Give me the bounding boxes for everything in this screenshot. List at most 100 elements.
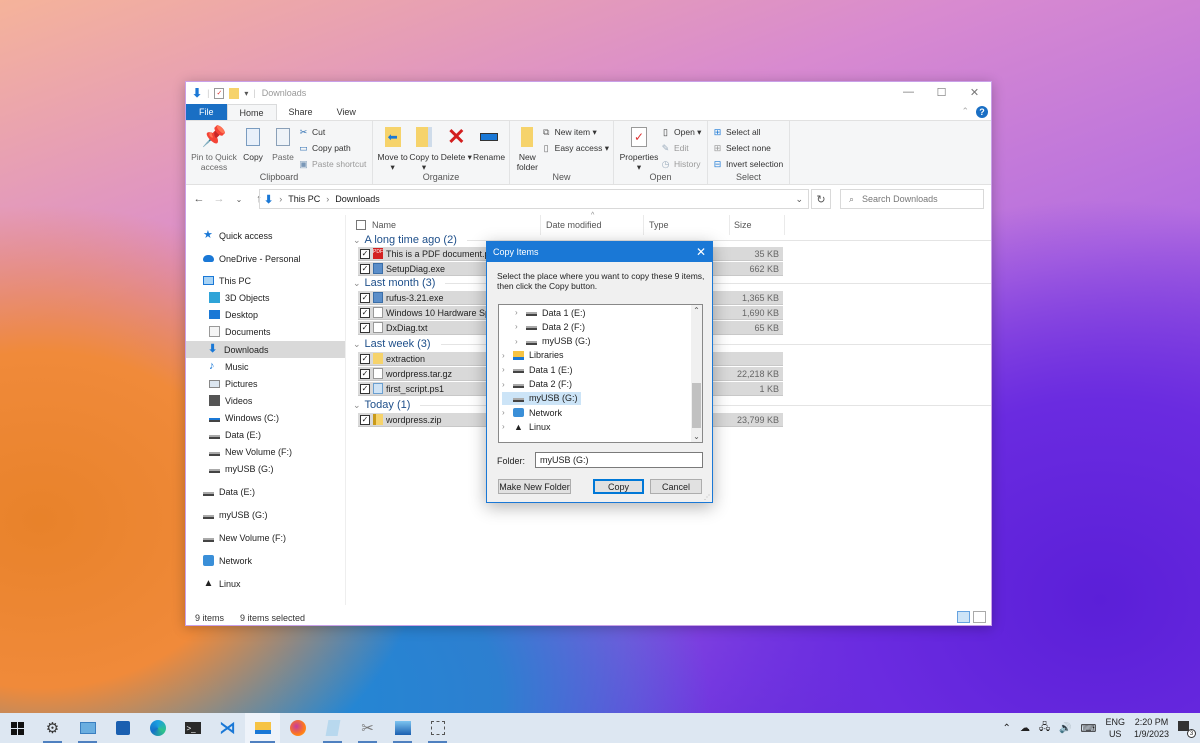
select-all-button[interactable]: ⊞ Select all [712, 125, 783, 139]
history-button[interactable]: ◷ History [660, 157, 701, 171]
chevron-right-icon[interactable]: › [515, 322, 521, 331]
scroll-down-icon[interactable]: ⌄ [691, 432, 702, 441]
dialog-close-button[interactable]: ✕ [696, 245, 706, 259]
copy-path-button[interactable]: ▭ Copy path [298, 141, 366, 155]
cancel-button[interactable]: Cancel [650, 479, 702, 494]
nav-data-e-sub[interactable]: Data (E:) [209, 426, 261, 443]
nav-data-e[interactable]: Data (E:) [203, 483, 255, 500]
paste-shortcut-button[interactable]: ▣ Paste shortcut [298, 157, 366, 171]
tab-home[interactable]: Home [226, 104, 277, 120]
nav-network[interactable]: Network [203, 552, 252, 569]
tree-item[interactable]: › Data 2 (F:) [515, 320, 585, 333]
address-dropdown-icon[interactable]: ⌄ [795, 194, 803, 205]
cut-button[interactable]: ✂ Cut [298, 125, 366, 139]
recent-locations-button[interactable]: ⌄ [232, 195, 246, 204]
nav-quick-access[interactable]: ★ Quick access [203, 227, 273, 244]
row-checkbox[interactable]: ✓ [360, 368, 370, 379]
chevron-right-icon[interactable]: › [502, 351, 508, 360]
collapse-ribbon-icon[interactable]: ⌃ [961, 106, 969, 117]
tree-item[interactable]: › Data 1 (E:) [502, 363, 573, 376]
nav-new-volume-f-sub[interactable]: New Volume (F:) [209, 443, 292, 460]
taskbar-notepad[interactable] [315, 713, 350, 743]
invert-selection-button[interactable]: ⊟ Invert selection [712, 157, 783, 171]
language-indicator[interactable]: ENG US [1105, 716, 1125, 740]
taskbar-screenshot[interactable] [420, 713, 455, 743]
maximize-button[interactable]: ☐ [925, 82, 958, 102]
nav-linux[interactable]: ▲ Linux [203, 575, 241, 592]
taskbar-firefox[interactable] [280, 713, 315, 743]
properties-quick-icon[interactable]: ✓ [214, 87, 225, 99]
tree-scrollbar[interactable]: ⌃ ⌄ [691, 305, 702, 442]
row-checkbox[interactable]: ✓ [360, 353, 370, 364]
chevron-right-icon[interactable]: › [502, 365, 508, 374]
search-box[interactable]: ⌕ Search Downloads [840, 189, 984, 209]
tree-item[interactable]: › Data 2 (F:) [502, 378, 572, 391]
nav-music[interactable]: ♪ Music [209, 358, 249, 375]
customize-qa-icon[interactable]: ▾ [244, 89, 248, 98]
nav-onedrive[interactable]: OneDrive - Personal [203, 250, 301, 267]
forward-button[interactable]: → [212, 193, 226, 205]
breadcrumb-downloads[interactable]: Downloads [335, 194, 380, 204]
folder-input[interactable] [535, 452, 703, 468]
row-checkbox[interactable]: ✓ [360, 307, 370, 318]
taskbar-store[interactable] [105, 713, 140, 743]
tab-share[interactable]: Share [277, 104, 325, 120]
large-icons-view-button[interactable] [973, 611, 986, 623]
taskbar-settings[interactable]: ⚙ [35, 713, 70, 743]
details-view-button[interactable] [957, 611, 970, 623]
tree-item[interactable]: myUSB (G:) [502, 391, 581, 405]
open-button[interactable]: ▯ Open ▾ [660, 125, 701, 139]
row-checkbox[interactable]: ✓ [360, 292, 370, 303]
row-checkbox[interactable]: ✓ [360, 248, 370, 259]
start-button[interactable] [0, 713, 35, 743]
volume-icon[interactable]: 🔊 [1059, 723, 1071, 734]
taskbar-snipping[interactable]: ✂ [350, 713, 385, 743]
row-checkbox[interactable]: ✓ [360, 383, 370, 394]
tree-item[interactable]: › Network [502, 406, 562, 419]
onedrive-tray-icon[interactable]: ☁ [1020, 723, 1030, 734]
taskbar-terminal[interactable]: >_ [175, 713, 210, 743]
minimize-button[interactable]: — [892, 82, 925, 102]
nav-3d-objects[interactable]: 3D Objects [209, 289, 270, 306]
taskbar-remote-desktop[interactable] [70, 713, 105, 743]
keyboard-icon[interactable]: ⌨ [1081, 722, 1097, 735]
resize-grip-icon[interactable]: ⋰ [704, 494, 710, 501]
nav-windows-c[interactable]: Windows (C:) [209, 409, 279, 426]
notification-center-button[interactable]: 3 [1178, 721, 1196, 738]
taskbar-vscode[interactable]: ⋊ [210, 713, 245, 743]
taskbar-file-explorer[interactable] [245, 713, 280, 743]
chevron-right-icon[interactable]: › [502, 380, 508, 389]
taskbar-photos[interactable] [385, 713, 420, 743]
new-folder-quick-icon[interactable] [229, 87, 240, 99]
nav-downloads[interactable]: ⬇ Downloads [186, 341, 345, 358]
row-checkbox[interactable]: ✓ [360, 263, 370, 274]
nav-documents[interactable]: Documents [209, 323, 271, 340]
back-button[interactable]: ← [192, 193, 206, 205]
row-checkbox[interactable]: ✓ [360, 414, 370, 425]
nav-videos[interactable]: Videos [209, 392, 252, 409]
help-icon[interactable]: ? [976, 106, 988, 118]
nav-this-pc[interactable]: This PC [203, 272, 251, 289]
row-checkbox[interactable]: ✓ [360, 322, 370, 333]
chevron-right-icon[interactable]: › [502, 422, 508, 431]
scroll-up-icon[interactable]: ⌃ [691, 306, 702, 315]
scroll-thumb[interactable] [692, 383, 701, 428]
chevron-right-icon[interactable]: › [502, 408, 508, 417]
edit-button[interactable]: ✎ Edit [660, 141, 701, 155]
tree-item[interactable]: › Libraries [502, 349, 564, 362]
make-new-folder-button[interactable]: Make New Folder [498, 479, 571, 494]
easy-access-button[interactable]: ▯ Easy access ▾ [541, 141, 609, 155]
taskbar-edge[interactable] [140, 713, 175, 743]
clock[interactable]: 2:20 PM 1/9/2023 [1134, 716, 1169, 740]
nav-myusb-g-sub[interactable]: myUSB (G:) [209, 460, 274, 477]
chevron-right-icon[interactable]: › [515, 337, 521, 346]
nav-desktop[interactable]: Desktop [209, 306, 258, 323]
refresh-button[interactable]: ↻ [811, 189, 831, 209]
network-tray-icon[interactable]: 🖧 [1039, 720, 1050, 737]
copy-button-dialog[interactable]: Copy [593, 479, 644, 494]
tree-item[interactable]: › myUSB (G:) [515, 335, 591, 348]
tab-file[interactable]: File [186, 104, 227, 120]
tree-item[interactable]: › Data 1 (E:) [515, 306, 586, 319]
chevron-right-icon[interactable]: › [515, 308, 521, 317]
select-all-checkbox[interactable] [356, 220, 366, 230]
